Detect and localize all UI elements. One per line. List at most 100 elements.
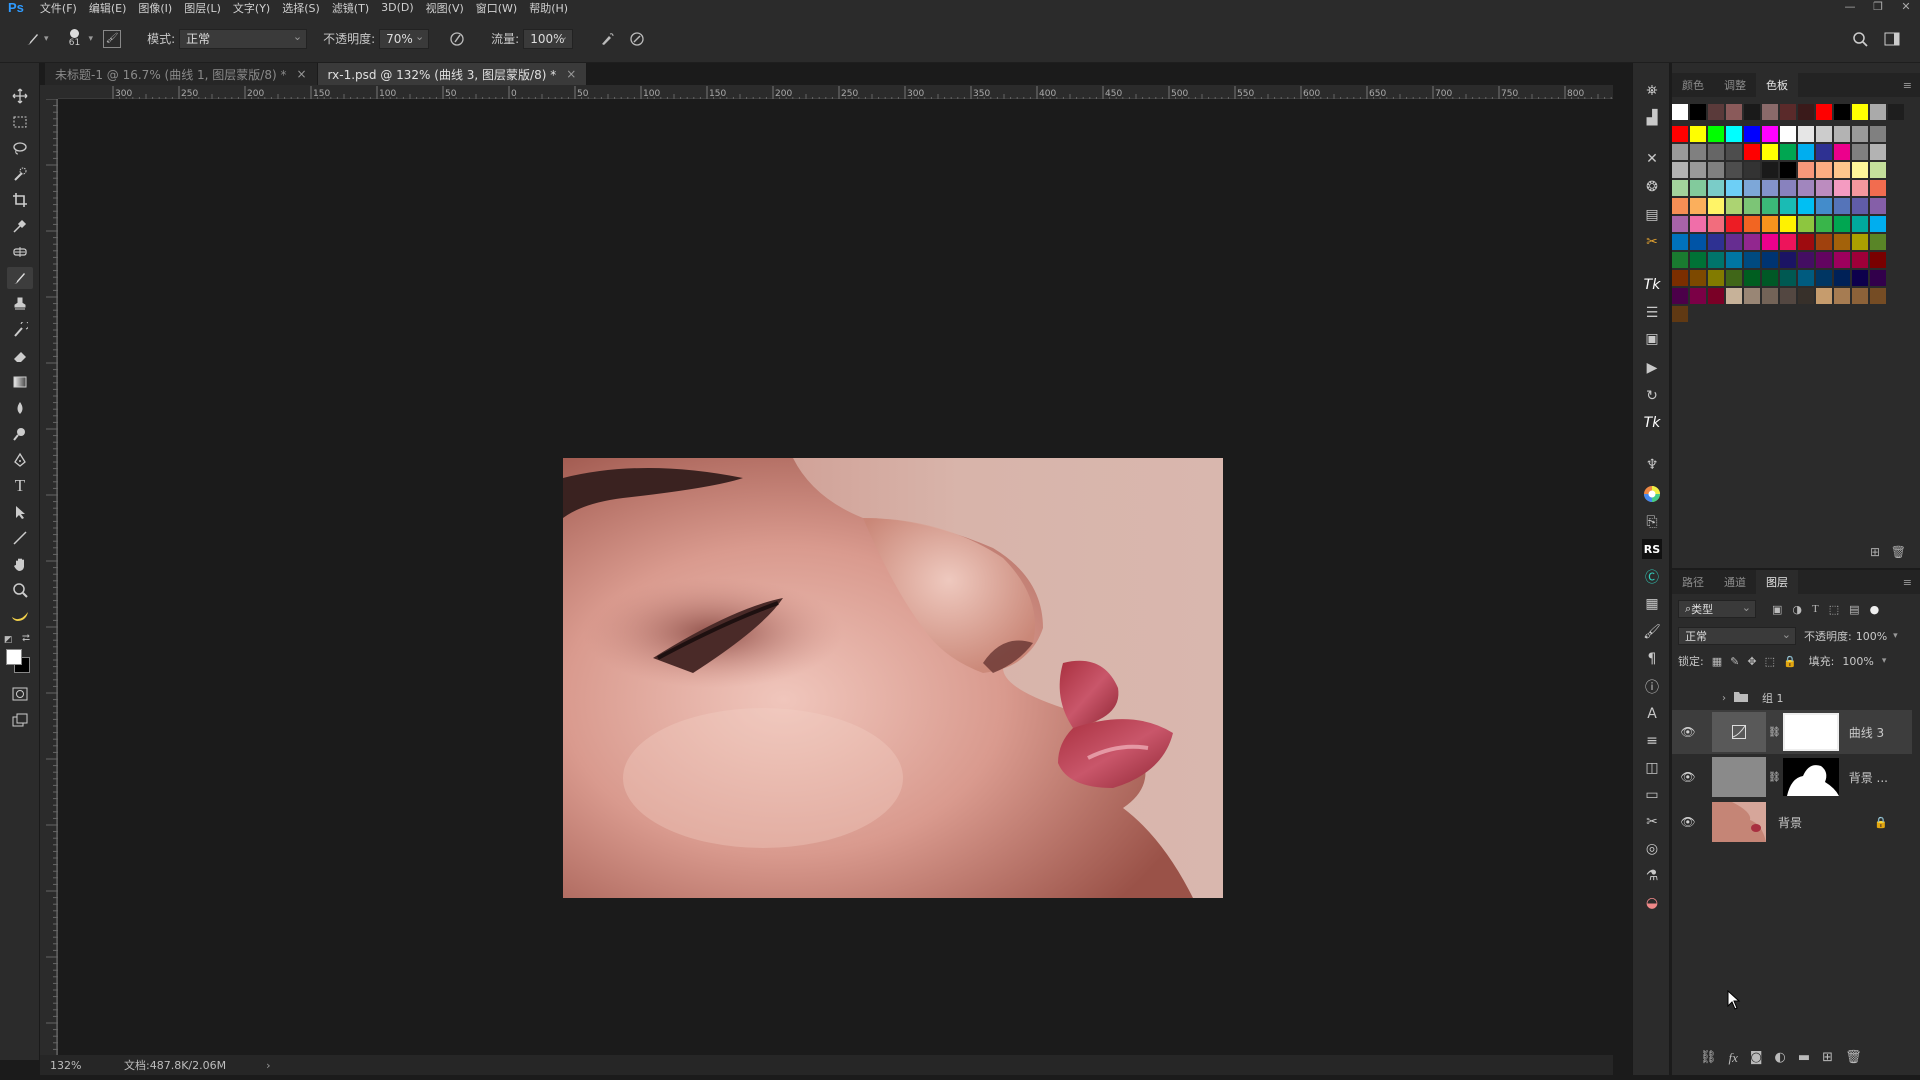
color-swatch[interactable] [1834,104,1850,120]
color-swatch[interactable] [1870,104,1886,120]
color-swatch[interactable] [1798,216,1814,232]
color-swatch[interactable] [1834,216,1850,232]
fx-icon[interactable]: fx [1729,1050,1738,1066]
tk-color-icon[interactable]: Tk [1642,413,1662,433]
mode-select[interactable]: 正常 [179,28,308,49]
color-swatch[interactable] [1690,180,1706,196]
move-tool-icon[interactable] [7,85,33,107]
color-swatch[interactable] [1798,270,1814,286]
pressure-size-icon[interactable] [629,31,645,47]
color-swatch[interactable] [1852,234,1868,250]
color-swatch[interactable] [1780,180,1796,196]
color-swatch[interactable] [1744,252,1760,268]
color-swatch[interactable] [1816,216,1832,232]
color-swatch[interactable] [1708,162,1724,178]
color-swatch[interactable] [1780,216,1796,232]
tab-color[interactable]: 颜色 [1672,73,1714,97]
color-swatch[interactable] [1798,234,1814,250]
color-swatch[interactable] [1726,252,1742,268]
color-swatch[interactable] [1798,126,1814,142]
swap-colors-icon[interactable]: ⮂ [22,633,30,644]
channel-mixer-icon[interactable]: ◎ [1642,839,1662,859]
color-swatch[interactable] [1744,144,1760,160]
default-colors-icon[interactable]: ◩ [4,635,13,645]
color-swatch[interactable] [1726,104,1742,120]
filter-toggle-icon[interactable]: ● [1870,603,1880,616]
color-swatch[interactable] [1744,216,1760,232]
pressure-opacity-icon[interactable] [449,31,465,47]
document-canvas[interactable] [58,99,1613,1055]
color-swatch[interactable] [1780,144,1796,160]
info-icon[interactable]: ⓘ [1642,677,1662,697]
filter-adjustment-icon[interactable]: ◑ [1792,603,1802,616]
color-swatch[interactable] [1780,234,1796,250]
color-swatch[interactable] [1744,270,1760,286]
tab-rx-1[interactable]: rx-1.psd @ 132% (曲线 3, 图层蒙版/8) * × [317,63,588,85]
color-swatch[interactable] [1672,288,1688,304]
color-swatch[interactable] [1708,288,1724,304]
color-swatch[interactable] [1816,180,1832,196]
color-swatch[interactable] [1708,144,1724,160]
color-swatch[interactable] [1816,144,1832,160]
color-swatch[interactable] [1762,180,1778,196]
search-icon[interactable] [1852,31,1868,47]
color-swatch[interactable] [1870,270,1886,286]
layer-comps-icon[interactable]: ◫ [1642,758,1662,778]
visibility-eye-icon[interactable]: 👁 [1678,770,1698,784]
color-swatch[interactable] [1762,144,1778,160]
menu-image[interactable]: 图像(I) [132,0,178,16]
layer-opacity-value[interactable]: 100% [1856,630,1887,643]
color-wheel-icon[interactable] [1642,484,1662,504]
color-swatch[interactable] [1672,252,1688,268]
color-swatch[interactable] [1870,198,1886,214]
close-tab-icon[interactable]: × [296,67,306,81]
color-swatch[interactable] [1888,104,1904,120]
menu-file[interactable]: 文件(F) [34,0,83,16]
color-swatch[interactable] [1690,288,1706,304]
color-swatch[interactable] [1798,180,1814,196]
brush-size-picker[interactable]: 61 [65,29,85,48]
blend-mode-select[interactable]: 正常 [1678,627,1796,645]
close-button[interactable]: ✕ [1892,0,1920,13]
menu-select[interactable]: 选择(S) [276,0,326,16]
eyedropper-tool-icon[interactable] [7,215,33,237]
quick-mask-icon[interactable] [7,683,33,705]
color-swatch[interactable] [1780,252,1796,268]
color-swatch[interactable] [1690,234,1706,250]
color-swatch[interactable] [1726,144,1742,160]
tk-icon[interactable]: Tk [1642,275,1662,295]
color-swatch[interactable] [1834,180,1850,196]
link-layers-icon[interactable]: ⛓ [1700,1050,1717,1066]
color-swatch[interactable] [1726,234,1742,250]
color-swatch[interactable] [1762,198,1778,214]
color-swatch[interactable] [1744,126,1760,142]
hand-tool-icon[interactable] [7,553,33,575]
color-swatch[interactable] [1672,144,1688,160]
rs-icon[interactable]: RS [1642,539,1662,559]
color-swatch[interactable] [1744,180,1760,196]
lock-icon[interactable]: 🔒 [1874,816,1888,829]
color-swatch[interactable] [1726,288,1742,304]
color-swatch[interactable] [1798,252,1814,268]
zoom-tool-icon[interactable] [7,579,33,601]
color-swatch[interactable] [1816,234,1832,250]
screen-mode-icon[interactable] [7,709,33,731]
type-tool-icon[interactable]: T [7,475,33,497]
status-menu-arrow[interactable]: › [266,1059,270,1072]
color-swatch[interactable] [1852,126,1868,142]
color-swatch[interactable] [1762,104,1778,120]
color-swatch[interactable] [1690,144,1706,160]
color-swatch[interactable] [1780,288,1796,304]
paragraph-icon[interactable]: ¶ [1642,649,1662,669]
color-swatch[interactable] [1708,198,1724,214]
menu-view[interactable]: 视图(V) [420,0,470,16]
chevron-right-icon[interactable]: › [1722,693,1726,704]
color-swatch[interactable] [1762,270,1778,286]
color-swatch[interactable] [1672,270,1688,286]
color-swatch[interactable] [1834,288,1850,304]
color-swatch[interactable] [1690,198,1706,214]
history-icon[interactable]: ↻ [1642,386,1662,406]
color-swatch[interactable] [1744,198,1760,214]
layer-row-curves-3[interactable]: 👁 ⛓ 曲线 3 [1672,710,1912,754]
color-swatch[interactable] [1780,198,1796,214]
